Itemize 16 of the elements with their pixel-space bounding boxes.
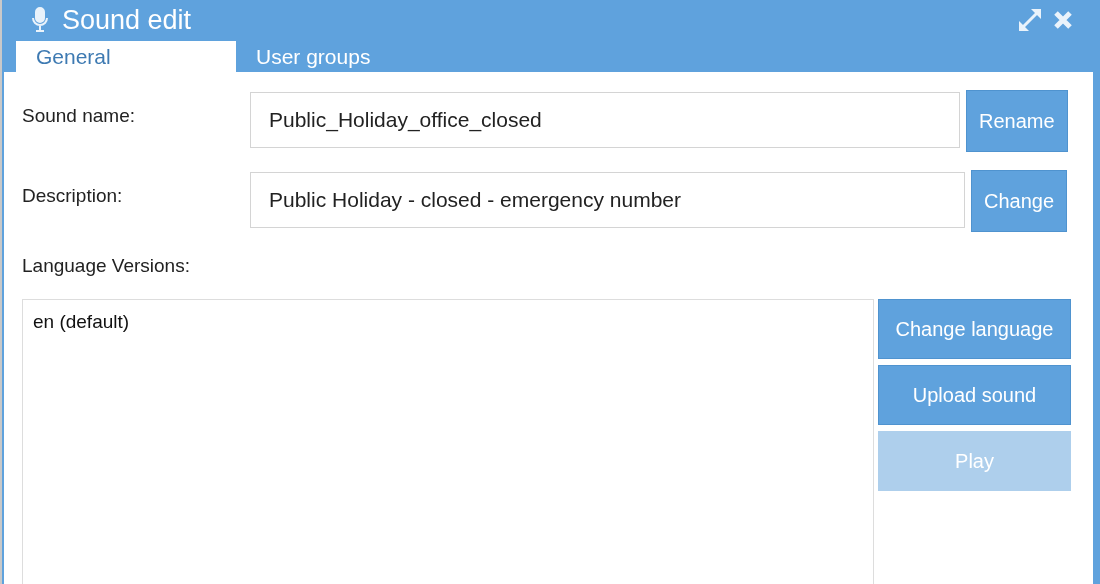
microphone-icon xyxy=(32,7,48,34)
window-title: Sound edit xyxy=(62,4,192,37)
text-field[interactable]: Public Holiday - closed - emergency number xyxy=(250,172,965,228)
action-button[interactable]: Rename xyxy=(966,90,1068,152)
field-label: Description: xyxy=(22,184,124,208)
tab[interactable]: User groups xyxy=(236,40,456,72)
action-button[interactable]: Change xyxy=(971,170,1068,232)
expand-icon[interactable] xyxy=(1017,7,1043,34)
field-label: Sound name: xyxy=(22,104,137,128)
close-icon[interactable] xyxy=(1053,10,1073,31)
action-button[interactable]: Change language xyxy=(878,298,1071,359)
text-field[interactable]: Public_Holiday_office_closed xyxy=(250,92,960,148)
language-item[interactable]: en (default) xyxy=(33,307,873,336)
section-label: Language Versions: xyxy=(22,254,191,278)
tab[interactable]: General xyxy=(16,40,236,72)
action-button[interactable]: Upload sound xyxy=(878,364,1071,425)
